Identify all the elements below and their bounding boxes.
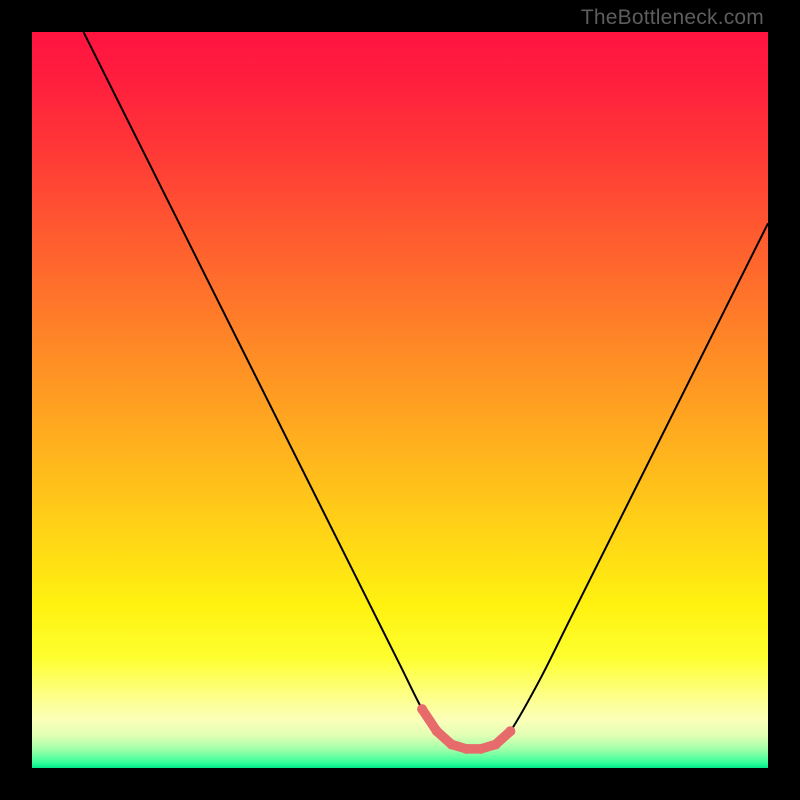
chart-plot-area [32, 32, 768, 768]
optimal-marker-dot [417, 704, 427, 714]
optimal-marker-dot [505, 726, 515, 736]
optimal-marker-dot [491, 739, 501, 749]
optimal-marker-dot [447, 739, 457, 749]
chart-frame: TheBottleneck.com [0, 0, 800, 800]
chart-markers-layer [32, 32, 768, 768]
watermark-text: TheBottleneck.com [581, 6, 764, 30]
optimal-range-markers [417, 704, 515, 754]
optimal-marker-dot [476, 744, 486, 754]
optimal-marker-dot [432, 726, 442, 736]
optimal-marker-dot [461, 744, 471, 754]
